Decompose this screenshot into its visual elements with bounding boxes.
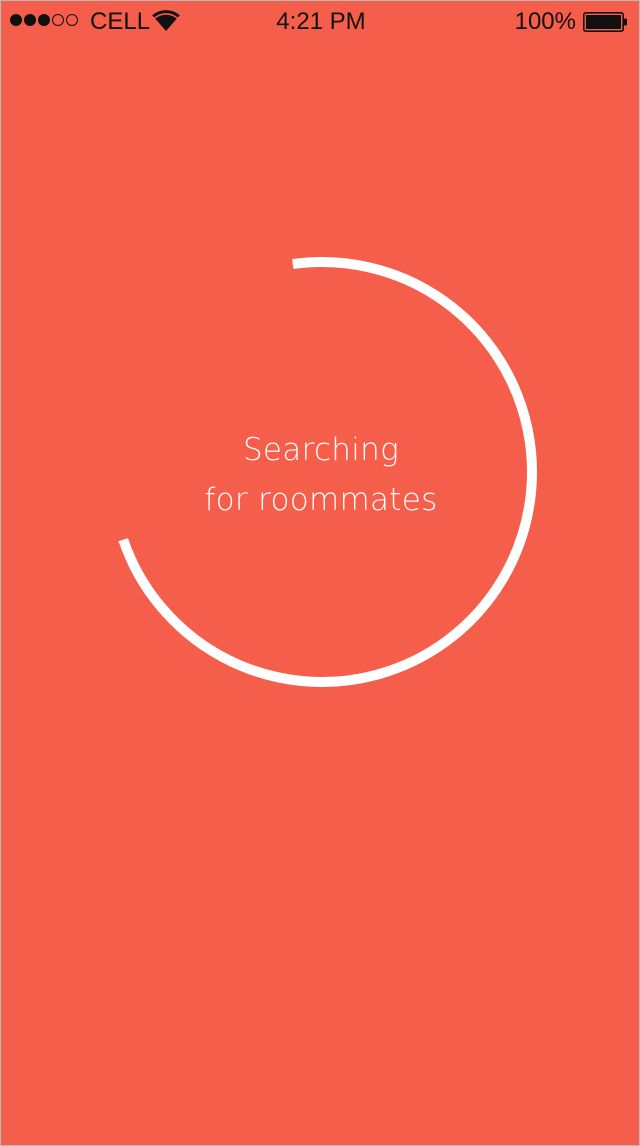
loading-message: Searching for roommates — [1, 425, 639, 525]
battery-percentage: 100% — [514, 8, 576, 35]
loading-message-line-2: for roommates — [204, 482, 438, 518]
loading-message-line-1: Searching — [242, 432, 400, 468]
searching-screen: CELL 4:21 PM 100% Searching for roommate… — [0, 0, 640, 1146]
status-bar: CELL 4:21 PM 100% — [1, 1, 639, 45]
battery-icon — [583, 12, 627, 32]
